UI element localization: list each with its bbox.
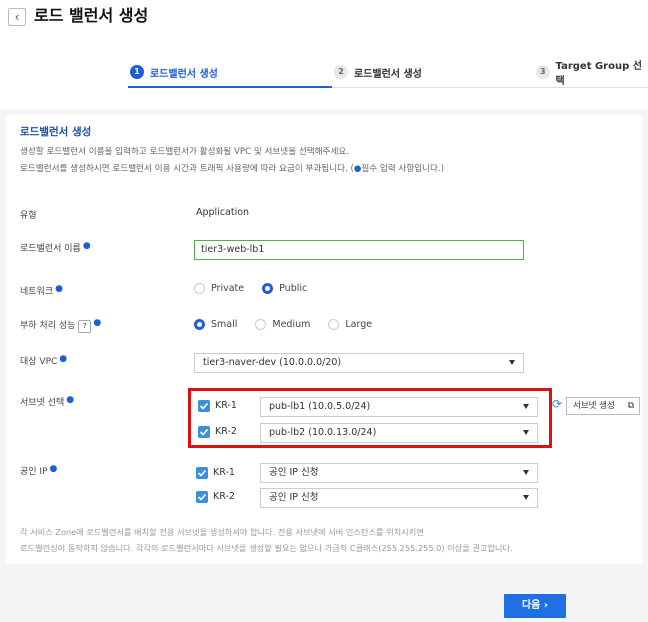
external-link-icon: ⧉ xyxy=(627,401,634,411)
back-button[interactable]: ‹ xyxy=(8,8,26,26)
refresh-icon[interactable]: ⟳ xyxy=(552,397,562,411)
public-ip-zone-label: KR-1 xyxy=(213,467,235,478)
public-ip-kr1-checkbox[interactable] xyxy=(196,467,208,479)
public-ip-selected-value: 공인 IP 신청 xyxy=(269,492,319,503)
caret-down-icon xyxy=(523,470,529,475)
section-notice: 로드밸런서를 생성하시면 로드밸런서 이용 시간과 트래픽 사용량에 따라 요금… xyxy=(20,162,444,174)
help-icon[interactable]: ? xyxy=(78,320,92,333)
active-step-indicator xyxy=(128,86,332,88)
vpc-select[interactable]: tier3-naver-dev (10.0.0.0/20) xyxy=(194,353,524,373)
page-header: ‹ 로드 밸런서 생성 1 로드밸런서 생성 2 로드밸런서 생성 3 Targ… xyxy=(0,0,648,110)
caret-down-icon xyxy=(523,495,529,500)
subnet-label: 서브넷 선택 ● xyxy=(20,395,74,408)
option-label: Small xyxy=(211,319,238,330)
radio-icon[interactable] xyxy=(194,283,205,294)
notice-text-end: 필수 입력 사항입니다.) xyxy=(361,164,445,174)
notice-text: 로드밸런서를 생성하시면 로드밸런서 이용 시간과 트래픽 사용량에 따라 요금… xyxy=(20,164,354,174)
option-label: Medium xyxy=(272,319,311,330)
step-number: 2 xyxy=(334,65,348,79)
option-label: Public xyxy=(279,283,308,294)
network-option-private[interactable]: Private xyxy=(194,283,244,294)
network-label: 네트워크 ● xyxy=(20,284,63,297)
network-label-text: 네트워크 xyxy=(20,287,54,297)
required-icon: ● xyxy=(59,354,68,364)
next-button[interactable]: 다음 › xyxy=(504,594,566,618)
vpc-label-text: 대상 VPC xyxy=(20,357,58,367)
name-label: 로드밸런서 이름 ● xyxy=(20,241,91,254)
option-label: Private xyxy=(211,283,245,294)
next-label: 다음 xyxy=(521,600,541,611)
chevron-left-icon: ‹ xyxy=(14,10,20,24)
step-divider xyxy=(332,87,648,88)
footnote-line: 로드밸런싱이 동작하지 않습니다. 각각의 로드밸런서마다 서브넷을 생성할 필… xyxy=(20,543,513,553)
subnet-label-text: 서브넷 선택 xyxy=(20,398,65,408)
name-input[interactable]: tier3-web-lb1 xyxy=(194,240,524,260)
type-value: Application xyxy=(196,207,250,218)
step-2[interactable]: 2 로드밸런서 생성 xyxy=(334,60,422,84)
vpc-label: 대상 VPC ● xyxy=(20,354,67,367)
step-number: 3 xyxy=(536,65,550,79)
footnote-line: 각 서비스 Zone에 로드밸런서를 배치할 전용 서브넷을 생성하셔야 합니다… xyxy=(20,527,424,537)
create-subnet-label: 서브넷 생성 xyxy=(573,401,615,411)
page-title: 로드 밸런서 생성 xyxy=(34,6,149,25)
highlight-annotation xyxy=(188,388,552,448)
public-ip-kr2-checkbox[interactable] xyxy=(196,491,208,503)
check-icon xyxy=(197,493,207,501)
performance-label: 부하 처리 성능? ● xyxy=(20,318,101,333)
step-label: 로드밸런서 생성 xyxy=(354,68,422,80)
create-subnet-button[interactable]: 서브넷 생성 ⧉ xyxy=(566,397,640,415)
public-ip-label-text: 공인 IP xyxy=(20,467,48,477)
step-label: Target Group 선택 xyxy=(555,61,642,87)
section-title: 로드밸런서 생성 xyxy=(20,126,92,138)
radio-selected-icon[interactable] xyxy=(194,319,205,330)
name-label-text: 로드밸런서 이름 xyxy=(20,244,81,254)
radio-icon[interactable] xyxy=(255,319,267,330)
public-ip-selected-value: 공인 IP 신청 xyxy=(269,467,319,478)
check-icon xyxy=(197,469,207,477)
required-icon: ● xyxy=(66,395,75,405)
caret-down-icon xyxy=(509,360,515,365)
required-icon: ● xyxy=(93,318,102,328)
performance-label-text: 부하 처리 성능 xyxy=(20,321,76,331)
section-description: 생성할 로드밸런서 이름을 입력하고 로드밸런서가 활성화될 VPC 및 서브넷… xyxy=(20,147,350,157)
network-radio-group: Private Public xyxy=(194,283,325,294)
network-option-public[interactable]: Public xyxy=(262,283,307,294)
step-number: 1 xyxy=(130,65,144,79)
public-ip-zone-label: KR-2 xyxy=(213,491,235,502)
required-icon: ● xyxy=(49,464,58,474)
public-ip-label: 공인 IP ● xyxy=(20,464,57,477)
step-3[interactable]: 3 Target Group 선택 xyxy=(536,60,648,87)
required-icon: ● xyxy=(82,241,91,251)
chevron-right-icon: › xyxy=(543,600,548,611)
perf-option-medium[interactable]: Medium xyxy=(255,319,310,330)
radio-icon[interactable] xyxy=(328,319,340,330)
form-card: 로드밸런서 생성 생성할 로드밸런서 이름을 입력하고 로드밸런서가 활성화될 … xyxy=(6,114,642,564)
public-ip-kr2-select[interactable]: 공인 IP 신청 xyxy=(260,488,538,508)
performance-radio-group: Small Medium Large xyxy=(194,319,390,330)
required-icon: ● xyxy=(55,284,63,294)
option-label: Large xyxy=(345,319,373,330)
perf-option-small[interactable]: Small xyxy=(194,319,237,330)
public-ip-kr1-select[interactable]: 공인 IP 신청 xyxy=(260,463,538,483)
radio-selected-icon[interactable] xyxy=(262,283,274,294)
type-label: 유형 xyxy=(20,211,37,221)
step-label: 로드밸런서 생성 xyxy=(150,68,218,80)
perf-option-large[interactable]: Large xyxy=(328,319,372,330)
step-1[interactable]: 1 로드밸런서 생성 xyxy=(130,60,218,84)
vpc-selected-value: tier3-naver-dev (10.0.0.0/20) xyxy=(203,357,342,368)
